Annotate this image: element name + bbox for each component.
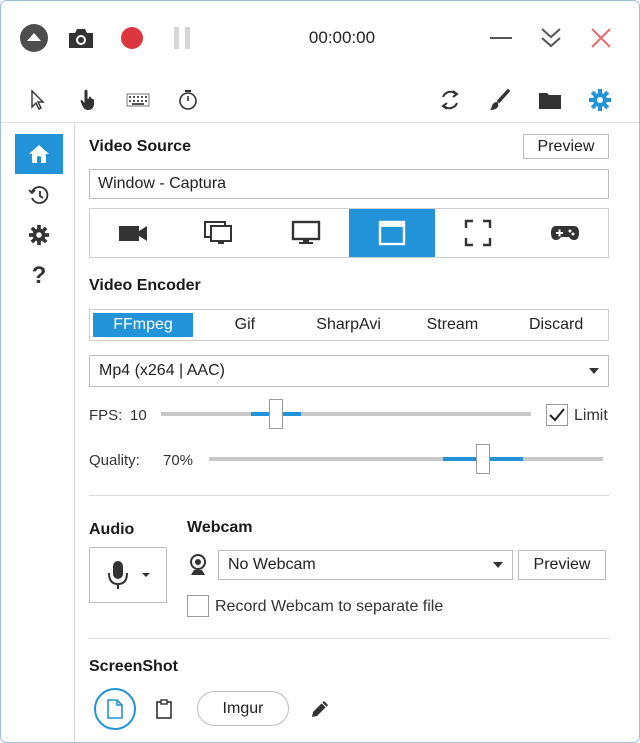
microphone-icon: [108, 561, 128, 589]
toolbar-separator: [1, 122, 639, 123]
recording-timer: 00:00:00: [308, 28, 376, 47]
tab-gif[interactable]: Gif: [193, 310, 297, 340]
webcam-dropdown[interactable]: No Webcam: [218, 550, 513, 580]
quality-slider-thumb[interactable]: [476, 444, 490, 474]
app-window: 00:00:00 ? Video Source Preview Window -…: [0, 0, 640, 743]
fps-label: FPS:: [89, 407, 123, 424]
audio-heading: Audio: [89, 521, 135, 538]
pencil-icon: [312, 701, 328, 717]
settings-icon: [28, 224, 50, 246]
fps-slider-track[interactable]: [161, 412, 531, 416]
chevron-down-icon: [142, 573, 150, 577]
sidebar-item-history[interactable]: [15, 175, 63, 215]
separate-file-checkbox[interactable]: [187, 595, 209, 617]
expand-down-icon[interactable]: [534, 21, 568, 55]
source-screen-button[interactable]: [263, 209, 349, 257]
keystrokes-icon[interactable]: [123, 85, 153, 115]
webcam-value: No Webcam: [228, 556, 316, 573]
folder-icon[interactable]: [535, 85, 565, 115]
limit-label: Limit: [574, 407, 608, 424]
separate-file-label: Record Webcam to separate file: [215, 598, 444, 615]
quality-value: 70%: [163, 452, 194, 469]
clipboard-button[interactable]: [153, 698, 175, 720]
source-region-button[interactable]: [435, 209, 521, 257]
webcam-heading: Webcam: [187, 519, 253, 536]
tab-sharpavi[interactable]: SharpAvi: [297, 310, 401, 340]
refresh-icon[interactable]: [435, 85, 465, 115]
sidebar-item-home[interactable]: [15, 134, 63, 174]
screenshot-heading: ScreenShot: [89, 658, 178, 675]
video-source-field[interactable]: Window - Captura: [89, 169, 609, 199]
video-source-selector: [89, 208, 609, 258]
chevron-down-icon: [493, 562, 503, 568]
pause-icon[interactable]: [165, 21, 199, 55]
section-divider: [89, 495, 609, 496]
webcam-icon: [187, 553, 209, 577]
checkmark-icon: [549, 408, 565, 422]
section-divider: [89, 638, 609, 639]
webcam-preview-button[interactable]: Preview: [518, 550, 606, 580]
source-camera-button[interactable]: [90, 209, 176, 257]
sidebar: ?: [1, 123, 75, 742]
codec-dropdown[interactable]: Mp4 (x264 | AAC): [89, 355, 609, 387]
window-icon: [378, 220, 406, 246]
source-game-button[interactable]: [522, 209, 608, 257]
tab-discard[interactable]: Discard: [504, 310, 608, 340]
video-source-heading: Video Source: [89, 138, 191, 155]
region-icon: [465, 219, 492, 247]
file-icon: [107, 699, 123, 719]
encoder-tabs: FFmpeg Gif SharpAvi Stream Discard: [89, 309, 609, 341]
tab-ffmpeg[interactable]: FFmpeg: [93, 313, 193, 337]
cursor-icon[interactable]: [23, 85, 53, 115]
monitor-icon: [291, 220, 321, 244]
tab-stream[interactable]: Stream: [401, 310, 505, 340]
collapse-icon[interactable]: [17, 21, 51, 55]
source-overlay-screens-button[interactable]: [176, 209, 262, 257]
video-encoder-heading: Video Encoder: [89, 277, 201, 294]
help-icon: ?: [31, 262, 47, 289]
record-icon[interactable]: [115, 21, 149, 55]
multi-screen-icon: [204, 221, 233, 244]
timer-icon[interactable]: [173, 85, 203, 115]
history-icon: [28, 186, 49, 204]
video-source-preview-button[interactable]: Preview: [523, 134, 609, 159]
settings-icon[interactable]: [585, 85, 615, 115]
quality-label: Quality:: [89, 452, 140, 469]
close-icon[interactable]: [584, 21, 618, 55]
sidebar-item-help[interactable]: ?: [15, 256, 63, 296]
home-icon: [29, 145, 49, 163]
limit-checkbox[interactable]: [546, 404, 568, 426]
source-window-button[interactable]: [348, 209, 436, 257]
click-icon[interactable]: [73, 85, 103, 115]
tool-row: [1, 79, 639, 121]
save-to-disk-button[interactable]: [94, 688, 136, 730]
chevron-down-icon: [589, 368, 599, 374]
video-camera-icon: [119, 226, 148, 241]
sidebar-item-settings[interactable]: [15, 215, 63, 255]
fps-slider-thumb[interactable]: [269, 399, 283, 429]
clipboard-icon: [156, 699, 172, 719]
title-bar: 00:00:00: [1, 1, 639, 75]
edit-button[interactable]: [309, 698, 331, 720]
camera-icon[interactable]: [64, 21, 98, 55]
quality-slider-track[interactable]: [209, 457, 603, 461]
brush-icon[interactable]: [485, 85, 515, 115]
audio-source-button[interactable]: [89, 547, 167, 603]
imgur-button[interactable]: Imgur: [197, 691, 289, 726]
minimize-icon[interactable]: [484, 21, 518, 55]
fps-value: 10: [130, 407, 147, 424]
codec-value: Mp4 (x264 | AAC): [99, 362, 225, 379]
gamepad-icon: [550, 226, 579, 240]
